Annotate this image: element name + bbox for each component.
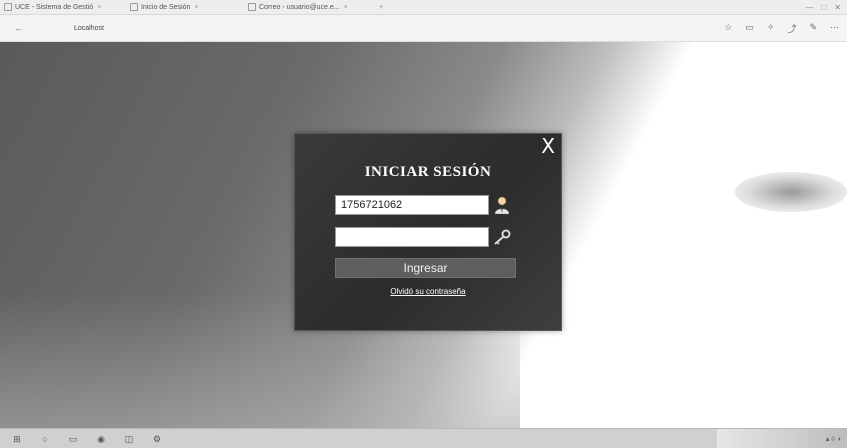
login-title: INICIAR SESIÓN xyxy=(364,164,492,180)
forgot-password-link[interactable]: Olvidó su contraseña xyxy=(295,287,561,296)
app-icon[interactable]: ◫ xyxy=(118,431,140,447)
minimize-button[interactable]: — xyxy=(805,3,813,12)
login-modal: X INICIAR SESIÓN Ingresar Olvidó su xyxy=(294,133,562,331)
settings-icon[interactable]: ⚙ xyxy=(146,431,168,447)
user-icon xyxy=(492,195,512,215)
taskbar: ⊞ ○ ▭ ◉ ◫ ⚙ ▴ ◊ ◑ xyxy=(0,428,847,448)
tab-close-icon[interactable]: × xyxy=(97,4,101,11)
tab-close-icon[interactable]: × xyxy=(344,4,348,11)
system-tray: ▴ ◊ ◑ xyxy=(717,429,847,448)
page-content: X INICIAR SESIÓN Ingresar Olvidó su xyxy=(0,42,847,428)
search-icon[interactable]: ○ xyxy=(34,431,56,447)
favicon-icon xyxy=(130,3,138,11)
tab-label: Correo - usuario@uce.e... xyxy=(259,3,340,11)
folder-icon[interactable]: ▭ xyxy=(62,431,84,447)
password-field[interactable] xyxy=(335,227,489,247)
reading-icon[interactable]: ▭ xyxy=(745,22,754,35)
browser-icon[interactable]: ◉ xyxy=(90,431,112,447)
toolbar-icons: ☆ ▭ ✧ ⤴ ✎ ⋯ xyxy=(724,22,847,35)
address-bar[interactable]: Localhost xyxy=(74,25,104,32)
notes-icon[interactable]: ✎ xyxy=(809,22,817,35)
browser-tab[interactable]: Correo - usuario@uce.e... × xyxy=(244,0,374,14)
key-icon xyxy=(492,227,512,247)
close-icon[interactable]: X xyxy=(541,136,555,156)
maximize-button[interactable]: □ xyxy=(821,3,826,12)
browser-tab[interactable]: UCE - Sistema de Gestió × xyxy=(0,0,126,14)
browser-toolbar: ← Localhost ☆ ▭ ✧ ⤴ ✎ ⋯ xyxy=(0,15,847,42)
menu-icon[interactable]: ⋯ xyxy=(830,22,839,35)
browser-tabstrip: UCE - Sistema de Gestió × Inicio de Sesi… xyxy=(0,0,847,15)
tab-label: UCE - Sistema de Gestió xyxy=(15,3,94,11)
screen: UCE - Sistema de Gestió × Inicio de Sesi… xyxy=(0,0,847,448)
star-icon[interactable]: ☆ xyxy=(724,22,732,35)
background-blob xyxy=(735,172,847,212)
window-controls: — □ ✕ xyxy=(805,3,847,12)
mail-icon xyxy=(248,3,256,11)
favorites-icon[interactable]: ✧ xyxy=(767,22,775,35)
browser-tab[interactable]: Inicio de Sesión × xyxy=(126,0,244,14)
favicon-icon xyxy=(4,3,12,11)
tray-icons[interactable]: ▴ ◊ ◑ xyxy=(826,435,841,443)
share-icon[interactable]: ⤴ xyxy=(787,22,796,35)
username-field[interactable] xyxy=(335,195,489,215)
tab-close-icon[interactable]: × xyxy=(194,4,198,11)
back-button[interactable]: ← xyxy=(8,23,30,33)
tab-label: Inicio de Sesión xyxy=(141,3,191,11)
window-close-button[interactable]: ✕ xyxy=(834,3,841,12)
start-icon[interactable]: ⊞ xyxy=(6,431,28,447)
new-tab-button[interactable]: + xyxy=(374,4,388,11)
submit-button[interactable]: Ingresar xyxy=(335,258,516,278)
